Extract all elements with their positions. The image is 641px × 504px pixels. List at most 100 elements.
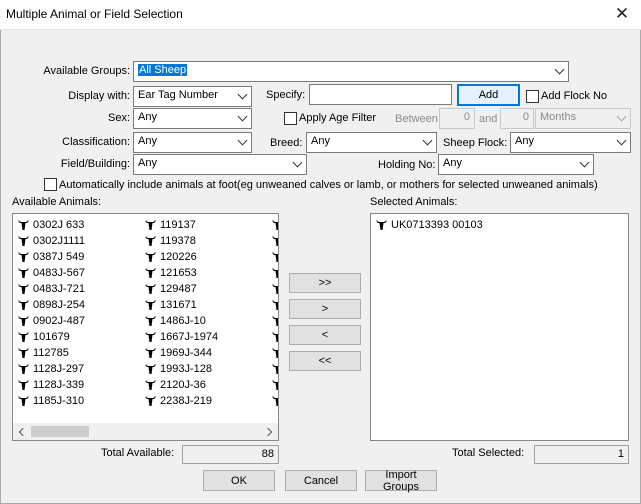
list-item-label: 1185J-310	[33, 395, 85, 407]
add-flock-no-checkbox[interactable]	[526, 90, 539, 103]
list-item[interactable]	[271, 313, 278, 329]
chevron-down-icon[interactable]	[234, 109, 251, 128]
breed-combo[interactable]: Any	[306, 132, 437, 153]
list-item[interactable]: 2120J-36	[144, 377, 206, 393]
list-item[interactable]: 1993J-128	[144, 361, 212, 377]
field-building-value: Any	[138, 157, 157, 169]
chevron-down-icon[interactable]	[419, 133, 436, 152]
list-item[interactable]	[271, 297, 278, 313]
chevron-down-icon[interactable]	[613, 109, 630, 128]
sheep-head-icon	[18, 331, 29, 342]
add-selected-button[interactable]: >	[289, 299, 361, 319]
available-groups-value: All Sheep	[138, 64, 188, 76]
display-with-label: Display with:	[68, 90, 130, 102]
chevron-down-icon[interactable]	[234, 87, 251, 106]
available-groups-combo[interactable]: All Sheep	[133, 61, 569, 82]
cancel-button[interactable]: Cancel	[285, 470, 357, 491]
list-item[interactable]	[271, 393, 278, 409]
age-to-input[interactable]: 0	[500, 108, 534, 129]
list-item-label: 1128J-297	[33, 363, 85, 375]
sheep-head-icon	[272, 299, 278, 310]
list-item[interactable]: 0483J-721	[17, 281, 85, 297]
total-selected-value: 1	[534, 445, 629, 464]
sheep-head-icon	[18, 299, 29, 310]
classification-value: Any	[138, 135, 157, 147]
age-from-input[interactable]: 0	[439, 108, 475, 129]
list-item[interactable]: 119137	[144, 217, 196, 233]
list-item[interactable]: 2238J-219	[144, 393, 212, 409]
list-item[interactable]	[271, 361, 278, 377]
window-title: Multiple Animal or Field Selection	[6, 7, 183, 21]
list-item[interactable]	[271, 345, 278, 361]
available-animals-list[interactable]: 0302J 633 0302J1111 0387J 549 0483J-567 0483…	[12, 213, 279, 441]
sheep-head-icon	[272, 379, 278, 390]
list-item[interactable]: 101679	[17, 329, 70, 345]
sex-value: Any	[138, 111, 157, 123]
list-item[interactable]: 1185J-310	[17, 393, 84, 409]
sheep-flock-combo[interactable]: Any	[510, 132, 631, 153]
sheep-head-icon	[18, 379, 29, 390]
sheep-head-icon	[18, 395, 29, 406]
display-with-combo[interactable]: Ear Tag Number	[133, 86, 252, 107]
list-item[interactable]	[271, 217, 278, 233]
list-item[interactable]: 121653	[144, 265, 197, 281]
chevron-down-icon[interactable]	[613, 133, 630, 152]
holding-no-combo[interactable]: Any	[438, 154, 594, 175]
list-item[interactable]: 0387J 549	[17, 249, 84, 265]
horizontal-scrollbar[interactable]	[13, 423, 278, 440]
list-item[interactable]: UK0713393 00103	[375, 217, 483, 233]
auto-include-checkbox[interactable]	[44, 178, 57, 191]
remove-all-button[interactable]: <<	[289, 351, 361, 371]
age-unit-combo[interactable]: Months	[535, 108, 631, 129]
list-item[interactable]	[271, 329, 278, 345]
field-building-combo[interactable]: Any	[133, 154, 307, 175]
list-item[interactable]: 131671	[144, 297, 197, 313]
list-item[interactable]	[271, 281, 278, 297]
list-item[interactable]: 1969J-344	[144, 345, 212, 361]
selected-items: UK0713393 00103	[371, 214, 628, 440]
list-item[interactable]: 0302J 633	[17, 217, 84, 233]
list-item-label: 101679	[33, 331, 70, 343]
chevron-down-icon[interactable]	[576, 155, 593, 174]
scrollbar-thumb[interactable]	[31, 426, 89, 437]
list-item[interactable]	[271, 233, 278, 249]
specify-input[interactable]	[309, 84, 452, 105]
total-selected-label: Total Selected:	[452, 447, 525, 459]
sheep-head-icon	[145, 395, 156, 406]
chevron-down-icon[interactable]	[289, 155, 306, 174]
list-item[interactable]: 1667J-1974	[144, 329, 218, 345]
list-item[interactable]: 0898J-254	[17, 297, 85, 313]
list-item[interactable]: 120226	[144, 249, 197, 265]
add-button[interactable]: Add	[457, 84, 520, 106]
list-item[interactable]: 0483J-567	[17, 265, 85, 281]
list-item[interactable]: 1486J-10	[144, 313, 206, 329]
list-item[interactable]: 1128J-339	[17, 377, 84, 393]
list-item[interactable]: 119378	[144, 233, 196, 249]
close-icon[interactable]: ✕	[609, 3, 635, 25]
add-flock-no-label: Add Flock No	[541, 90, 608, 102]
list-item[interactable]: 1128J-297	[17, 361, 84, 377]
list-item[interactable]: 129487	[144, 281, 197, 297]
scroll-right-icon[interactable]	[261, 423, 278, 440]
list-item[interactable]	[271, 265, 278, 281]
scroll-left-icon[interactable]	[13, 423, 30, 440]
import-groups-button[interactable]: Import Groups	[365, 469, 437, 493]
sex-combo[interactable]: Any	[133, 108, 252, 129]
list-item[interactable]: 112785	[17, 345, 69, 361]
list-item[interactable]	[271, 377, 278, 393]
breed-label: Breed:	[270, 137, 303, 149]
sheep-head-icon	[145, 235, 156, 246]
sheep-head-icon	[145, 219, 156, 230]
list-item[interactable]: 0902J-487	[17, 313, 85, 329]
list-item[interactable]: 0302J1111	[17, 233, 85, 249]
between-label: Between	[395, 113, 438, 125]
classification-combo[interactable]: Any	[133, 132, 252, 153]
remove-selected-button[interactable]: <	[289, 325, 361, 345]
add-all-button[interactable]: >>	[289, 273, 361, 293]
apply-age-filter-checkbox[interactable]	[284, 112, 297, 125]
ok-button[interactable]: OK	[203, 470, 275, 491]
list-item[interactable]	[271, 249, 278, 265]
chevron-down-icon[interactable]	[551, 62, 568, 81]
selected-animals-list[interactable]: UK0713393 00103	[370, 213, 629, 441]
chevron-down-icon[interactable]	[234, 133, 251, 152]
